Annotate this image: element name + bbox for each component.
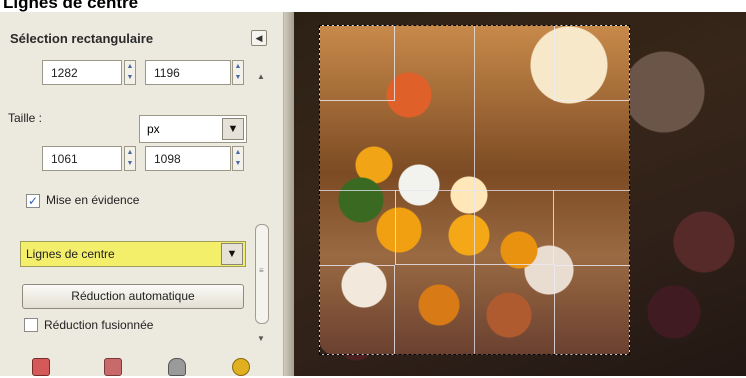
size-height-spinner[interactable]: ▲ ▼ bbox=[232, 146, 244, 171]
size-width-input[interactable]: 1061 bbox=[42, 146, 122, 171]
save-preset-icon[interactable] bbox=[32, 358, 50, 376]
bottom-toolbar bbox=[20, 358, 260, 378]
grip-icon: ≡ bbox=[259, 266, 264, 275]
scroll-thumb[interactable]: ≡ bbox=[255, 224, 269, 324]
guides-select[interactable]: Lignes de centre ▼ bbox=[20, 241, 246, 267]
section-title: Sélection rectangulaire bbox=[10, 31, 154, 46]
merged-shrink-checkbox[interactable] bbox=[24, 318, 38, 332]
scroll-down-icon[interactable]: ▼ bbox=[252, 334, 270, 346]
size-label: Taille : bbox=[8, 111, 43, 125]
position-y-input[interactable]: 1196 bbox=[145, 60, 231, 85]
chevron-down-icon[interactable]: ▼ bbox=[222, 118, 244, 140]
size-height-input[interactable]: 1098 bbox=[145, 146, 231, 171]
scroll-up-icon[interactable]: ▲ bbox=[252, 72, 270, 84]
image-canvas[interactable] bbox=[294, 12, 746, 376]
selection-marching-ants[interactable] bbox=[319, 25, 630, 355]
size-width-spinner[interactable]: ▲ ▼ bbox=[124, 146, 136, 171]
unit-select[interactable]: px ▼ bbox=[139, 115, 247, 143]
position-y-spinner[interactable]: ▲ ▼ bbox=[232, 60, 244, 85]
left-arrow-icon[interactable]: ◀ bbox=[251, 30, 267, 46]
chevron-down-icon[interactable]: ▼ bbox=[221, 243, 243, 265]
auto-shrink-button[interactable]: Réduction automatique bbox=[22, 284, 244, 309]
position-x-spinner[interactable]: ▲ ▼ bbox=[124, 60, 136, 85]
position-x-input[interactable]: 1282 bbox=[42, 60, 122, 85]
caption-title: Lignes de centre bbox=[3, 0, 139, 12]
highlight-checkbox[interactable]: ✓ bbox=[26, 194, 40, 208]
highlight-label: Mise en évidence bbox=[46, 193, 140, 207]
panel-scrollbar[interactable]: ▲ ≡ ▼ bbox=[252, 72, 270, 352]
tool-options-panel: Sélection rectangulaire ◀ 1282 ▲ ▼ 1196 ▲… bbox=[0, 12, 284, 376]
reset-icon[interactable] bbox=[232, 358, 250, 376]
panel-divider bbox=[284, 12, 294, 376]
merged-shrink-label: Réduction fusionnée bbox=[44, 318, 154, 332]
guides-value: Lignes de centre bbox=[26, 247, 115, 261]
unit-value: px bbox=[147, 122, 160, 136]
delete-preset-icon[interactable] bbox=[168, 358, 186, 376]
restore-preset-icon[interactable] bbox=[104, 358, 122, 376]
